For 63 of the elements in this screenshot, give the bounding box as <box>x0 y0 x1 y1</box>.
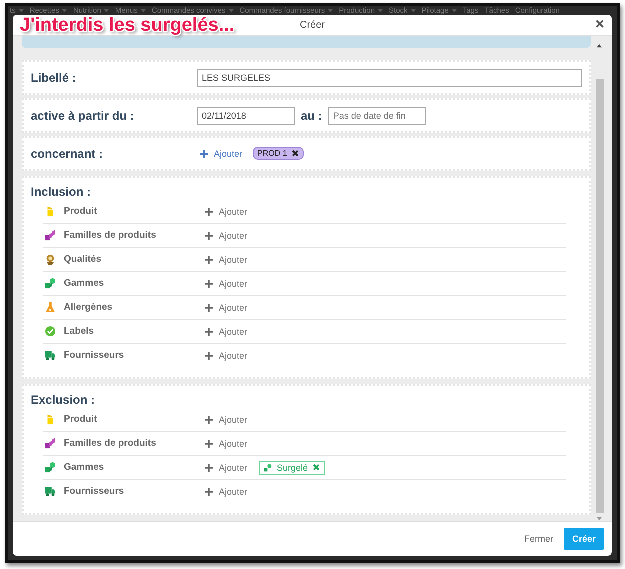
field-label: au : <box>301 108 322 122</box>
plus-icon <box>205 208 213 216</box>
plus-icon <box>205 256 213 264</box>
end-date-input[interactable]: Pas de date de fin <box>328 106 426 124</box>
flask-icon <box>45 302 56 313</box>
boxes-icon <box>45 230 56 241</box>
scroll-up-icon[interactable] <box>597 44 602 48</box>
boxes-icon <box>45 438 56 449</box>
truck-icon <box>45 350 56 361</box>
medal-icon <box>45 254 56 265</box>
add-link[interactable]: Ajouter <box>205 326 251 336</box>
criterion-label: Produit <box>64 414 98 425</box>
criterion-label: Labels <box>64 326 96 337</box>
plus-icon <box>205 440 213 448</box>
add-link[interactable]: Ajouter <box>205 254 251 264</box>
criterion-label: Fournisseurs <box>64 350 126 361</box>
field-label: active à partir du : <box>31 108 136 122</box>
product-icon <box>45 414 56 425</box>
scroll-thumb[interactable] <box>596 79 604 513</box>
plus-icon <box>205 464 213 472</box>
criterion-label: Familles de produits <box>64 230 158 241</box>
caption-text: J'interdis les surgelés... <box>20 15 235 37</box>
add-link[interactable]: Ajouter <box>205 302 251 312</box>
add-link[interactable]: Ajouter <box>205 414 251 424</box>
check-badge-icon <box>45 326 56 337</box>
criterion-label: Familles de produits <box>64 438 158 449</box>
section-title: Inclusion : <box>31 185 92 199</box>
plus-icon <box>205 232 213 240</box>
field-label: Libellé : <box>31 70 78 84</box>
section-title: Exclusion : <box>31 393 96 407</box>
criterion-label: Allergènes <box>64 302 114 313</box>
truck-icon <box>45 486 56 497</box>
start-date-input[interactable]: 02/11/2018 <box>197 106 295 124</box>
plus-icon <box>205 488 213 496</box>
dialog-title: Créer <box>300 20 325 30</box>
product-icon <box>45 206 56 217</box>
remove-icon[interactable] <box>292 150 300 157</box>
add-link[interactable]: Ajouter <box>205 350 251 360</box>
field-label: concernant : <box>31 146 104 160</box>
add-link[interactable]: Ajouter <box>205 462 251 472</box>
product-tag: PROD 1 <box>252 147 304 160</box>
create-button[interactable]: Créer <box>564 528 604 550</box>
add-link[interactable]: Ajouter <box>205 438 251 448</box>
range-tag: Surgelé <box>259 460 326 474</box>
add-link[interactable]: Ajouter <box>205 206 251 216</box>
close-icon[interactable] <box>596 20 604 28</box>
add-link[interactable]: Ajouter <box>200 148 243 158</box>
add-link[interactable]: Ajouter <box>205 278 251 288</box>
add-link[interactable]: Ajouter <box>205 486 251 496</box>
criterion-label: Gammes <box>64 278 106 289</box>
close-button[interactable]: Fermer <box>519 530 558 548</box>
plus-icon <box>205 280 213 288</box>
name-input[interactable]: LES SURGELES <box>197 68 582 86</box>
criterion-label: Produit <box>64 206 98 217</box>
plus-icon <box>200 150 208 158</box>
plus-icon <box>205 328 213 336</box>
criterion-label: Fournisseurs <box>64 486 126 497</box>
plus-icon <box>205 304 213 312</box>
add-link[interactable]: Ajouter <box>205 230 251 240</box>
criterion-label: Qualités <box>64 254 102 265</box>
criterion-label: Gammes <box>64 462 106 473</box>
plus-icon <box>205 416 213 424</box>
plus-icon <box>205 352 213 360</box>
